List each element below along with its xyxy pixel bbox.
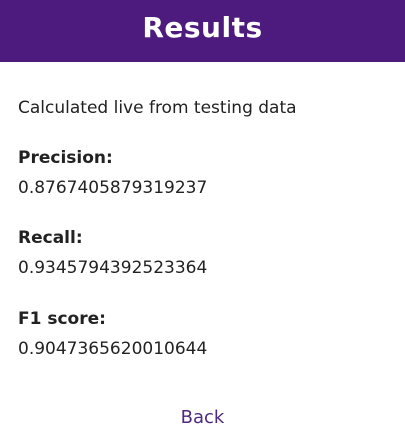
page-title: Results — [142, 11, 263, 44]
recall-value: 0.9345794392523364 — [18, 258, 208, 278]
back-link[interactable]: Back — [0, 406, 405, 430]
results-description: Calculated live from testing data — [18, 98, 297, 118]
f1-score-value: 0.9047365620010644 — [18, 339, 208, 359]
results-header: Results — [0, 0, 405, 62]
precision-label: Precision: — [18, 148, 113, 168]
f1-score-label: F1 score: — [18, 309, 106, 329]
precision-value: 0.8767405879319237 — [18, 178, 208, 198]
recall-label: Recall: — [18, 228, 83, 248]
